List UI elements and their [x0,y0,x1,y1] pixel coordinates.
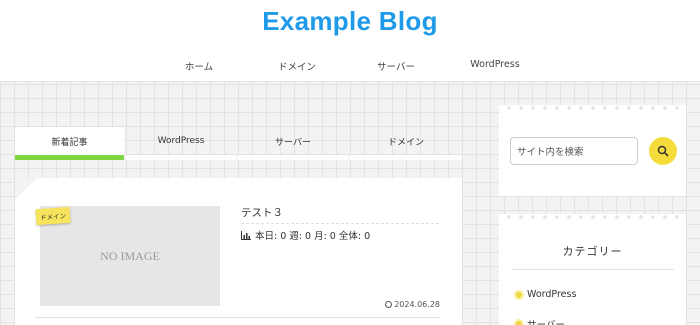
category-item-server[interactable]: サーバー [514,317,565,325]
bullet-icon [514,319,524,325]
card-corner-fold [15,178,37,200]
tab-domain[interactable]: ドメイン [350,127,462,160]
bullet-icon [514,289,524,300]
post-item[interactable]: NO IMAGE ドメイン テスト３ 本日: 0 週: 0 月: 0 全体: 0… [35,200,440,318]
search-icon [657,145,669,157]
global-nav: ホーム ドメイン サーバー WordPress [0,59,700,73]
search-widget: サイト内を検索 [499,105,686,196]
post-date: 2024.06.28 [385,300,440,309]
post-category-label: ドメイン [35,206,71,226]
category-label: WordPress [527,289,577,300]
post-date-text: 2024.06.28 [394,300,440,309]
search-input[interactable]: サイト内を検索 [510,137,638,165]
category-item-wordpress[interactable]: WordPress [514,289,576,300]
nav-item-server[interactable]: サーバー [377,59,415,73]
tab-new-posts[interactable]: 新着記事 [15,127,124,160]
tab-wordpress[interactable]: WordPress [126,127,236,160]
category-label: サーバー [527,317,565,325]
site-header: Example Blog ホーム ドメイン サーバー WordPress [0,0,700,82]
post-view-counts: 本日: 0 週: 0 月: 0 全体: 0 [241,228,370,242]
nav-item-wordpress[interactable]: WordPress [470,59,519,70]
widget-dot-border [499,214,686,220]
nav-item-domain[interactable]: ドメイン [278,59,316,73]
nav-item-home[interactable]: ホーム [185,59,213,73]
bar-chart-icon [241,230,251,240]
widget-divider [511,269,674,270]
site-title[interactable]: Example Blog [0,6,700,37]
tab-server[interactable]: サーバー [238,127,348,160]
search-button[interactable] [649,137,677,165]
category-widget: カテゴリー WordPress サーバー [499,214,686,325]
post-tabs: 新着記事 WordPress サーバー ドメイン [15,127,462,160]
widget-dot-border [499,105,686,111]
post-list-card: NO IMAGE ドメイン テスト３ 本日: 0 週: 0 月: 0 全体: 0… [15,178,462,325]
clock-icon [385,301,393,308]
category-widget-title: カテゴリー [562,245,623,258]
post-title[interactable]: テスト３ [241,205,439,224]
post-views-text: 本日: 0 週: 0 月: 0 全体: 0 [255,231,371,242]
